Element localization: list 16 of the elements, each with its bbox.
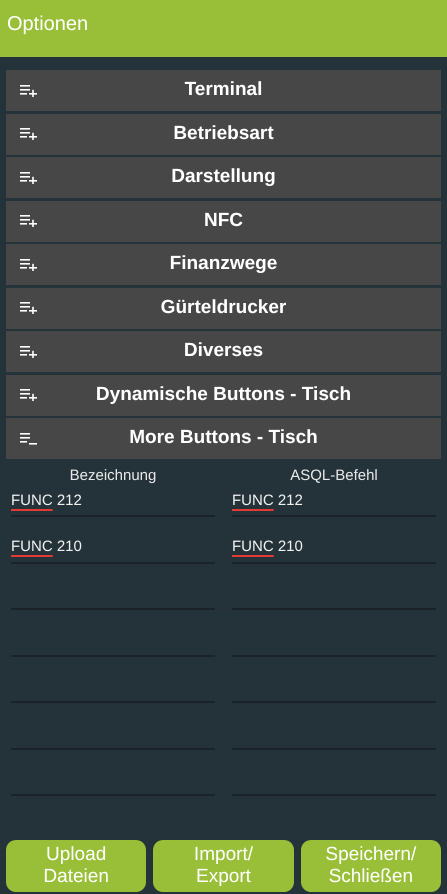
column-header: Bezeichnung xyxy=(68,466,158,486)
text-field[interactable]: FUNC 210 xyxy=(232,536,436,564)
section-header[interactable]: Gürteldrucker xyxy=(6,288,441,328)
section-header[interactable]: Finanzwege xyxy=(6,244,441,285)
text-field[interactable]: FUNC 212 xyxy=(11,489,215,517)
section-header[interactable]: Diverses xyxy=(6,331,441,372)
text-field[interactable]: FUNC 212 xyxy=(232,489,436,517)
section-header[interactable]: Betriebsart xyxy=(6,114,441,154)
section-header[interactable]: Darstellung xyxy=(6,157,441,198)
column-header: ASQL-Befehl xyxy=(289,466,379,486)
section-header[interactable]: More Buttons - Tisch xyxy=(6,418,441,459)
text-field[interactable]: FUNC 210 xyxy=(11,536,215,564)
section-header[interactable]: Dynamische Buttons - Tisch xyxy=(6,374,441,416)
section-header[interactable]: Terminal xyxy=(6,70,441,111)
section-header[interactable]: NFC xyxy=(6,200,441,242)
app-bar-title: Optionen xyxy=(7,13,88,35)
